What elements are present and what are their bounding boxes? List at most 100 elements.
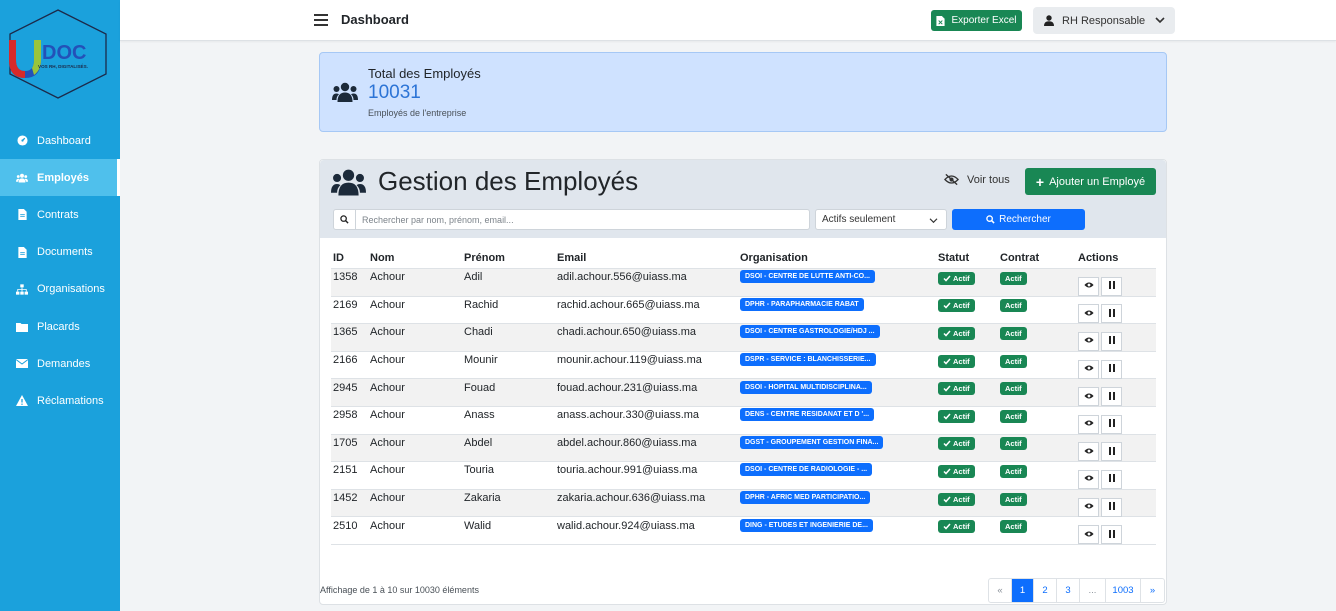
check-icon [943, 523, 951, 530]
organisation-badge: DPHR - AFRIC MED PARTICIPATIO... [740, 491, 871, 505]
user-menu[interactable]: RH Responsable [1033, 7, 1175, 34]
sidebar-item-dashboard[interactable]: Dashboard [0, 122, 120, 159]
col-header-organisation[interactable]: Organisation [740, 252, 938, 264]
table-row: 1365 Achour Chadi chadi.achour.650@uiass.ma… [331, 324, 1156, 352]
view-button[interactable] [1078, 359, 1099, 379]
menu-toggle-icon[interactable] [314, 14, 328, 26]
logo: DOC VOS RH, DIGITALISÉS. [6, 8, 110, 100]
cell-email: touria.achour.991@uiass.ma [557, 464, 698, 477]
cell-statut: Actif [938, 382, 1000, 396]
cell-actions [1078, 331, 1156, 351]
col-header-contrat[interactable]: Contrat [1000, 252, 1078, 264]
topbar: Dashboard Exporter Excel RH Responsable [120, 0, 1336, 41]
chevron-down-icon [1155, 17, 1165, 24]
page-2[interactable]: 2 [1034, 579, 1057, 602]
status-badge-label: Actif [953, 466, 970, 476]
user-icon [1044, 15, 1054, 26]
sidebar-item-contrats[interactable]: Contrats [0, 196, 120, 233]
add-employee-button[interactable]: + Ajouter un Employé [1025, 168, 1156, 195]
suspend-button[interactable] [1101, 387, 1122, 407]
eye-icon [1083, 501, 1094, 513]
suspend-button[interactable] [1101, 359, 1122, 379]
cell-contrat: Actif [1000, 326, 1078, 340]
cell-prenom: Adil [464, 271, 483, 284]
export-excel-button[interactable]: Exporter Excel [931, 10, 1022, 31]
status-badge: Actif [938, 464, 975, 478]
sidebar-item-placards[interactable]: Placards [0, 308, 120, 345]
view-button[interactable] [1078, 304, 1099, 324]
cell-statut: Actif [938, 299, 1000, 313]
sidebar: DOC VOS RH, DIGITALISÉS. Dashboard Emplo… [0, 0, 120, 611]
cell-id: 1705 [333, 436, 358, 449]
sidebar-item-organisations[interactable]: Organisations [0, 271, 120, 308]
suspend-button[interactable] [1101, 276, 1122, 296]
sidebar-item-label: Employés [37, 171, 89, 184]
view-button[interactable] [1078, 276, 1099, 296]
cell-prenom: Walid [464, 519, 492, 532]
employees-card: Gestion des Employés Voir tous + Ajouter… [319, 159, 1167, 605]
page-last[interactable]: 1003 [1106, 579, 1141, 602]
view-button[interactable] [1078, 497, 1099, 517]
page-3[interactable]: 3 [1057, 579, 1080, 602]
suspend-button[interactable] [1101, 331, 1122, 351]
status-badge-label: Actif [953, 411, 970, 421]
pagination-info: Affichage de 1 à 10 sur 10030 éléments [320, 585, 479, 595]
suspend-button[interactable] [1101, 497, 1122, 517]
users-icon [331, 169, 366, 196]
status-filter-select[interactable]: Actifs seulement [815, 209, 947, 230]
suspend-button[interactable] [1101, 414, 1122, 434]
organisation-badge: DGST - GROUPEMENT GESTION FINA... [740, 435, 884, 449]
search-input[interactable] [356, 211, 806, 228]
sidebar-item-documents[interactable]: Documents [0, 234, 120, 271]
cell-id: 1358 [333, 271, 358, 284]
sidebar-item-label: Demandes [37, 357, 91, 370]
col-header-nom[interactable]: Nom [370, 252, 464, 264]
cell-email: rachid.achour.665@uiass.ma [557, 298, 700, 311]
col-header-id[interactable]: ID [331, 252, 370, 264]
cell-organisation: DSOI - CENTRE DE RADIOLOGIE - ... [740, 463, 938, 479]
contract-badge: Actif [1000, 354, 1027, 368]
suspend-button[interactable] [1101, 304, 1122, 324]
view-button[interactable] [1078, 331, 1099, 351]
col-header-prenom[interactable]: Prénom [464, 252, 557, 264]
sidebar-item-label: Documents [37, 246, 93, 259]
check-icon [943, 385, 951, 392]
sidebar-item-demandes[interactable]: Demandes [0, 345, 120, 382]
col-header-email[interactable]: Email [557, 252, 740, 264]
cell-organisation: DING - ETUDES ET INGENIERIE DE... [740, 518, 938, 535]
search-icon [986, 215, 995, 224]
warning-icon [16, 395, 28, 407]
organisation-badge: DSOI - CENTRE DE RADIOLOGIE - ... [740, 463, 873, 477]
cell-statut: Actif [938, 354, 1000, 368]
voir-tous-button[interactable]: Voir tous [944, 173, 1010, 186]
sidebar-item-employes[interactable]: Employés [0, 159, 120, 197]
cell-nom: Achour [370, 464, 405, 477]
add-employee-label: Ajouter un Employé [1049, 175, 1146, 188]
col-header-statut[interactable]: Statut [938, 252, 1000, 264]
view-button[interactable] [1078, 525, 1099, 545]
view-button[interactable] [1078, 469, 1099, 489]
eye-icon [1083, 446, 1094, 458]
search-group [333, 209, 810, 230]
page-1[interactable]: 1 [1012, 579, 1034, 602]
cell-actions [1078, 442, 1156, 462]
organisation-badge: DSPR - SERVICE : BLANCHISSERIE... [740, 353, 876, 367]
pause-icon [1108, 418, 1115, 430]
cell-nom: Achour [370, 492, 405, 505]
suspend-button[interactable] [1101, 469, 1122, 489]
total-subtitle: Employés de l'entreprise [368, 108, 467, 118]
cell-actions [1078, 469, 1156, 489]
view-button[interactable] [1078, 442, 1099, 462]
page-prev[interactable]: « [989, 579, 1012, 602]
check-icon [943, 440, 951, 447]
view-button[interactable] [1078, 387, 1099, 407]
suspend-button[interactable] [1101, 525, 1122, 545]
sidebar-item-reclamations[interactable]: Réclamations [0, 382, 120, 419]
view-button[interactable] [1078, 414, 1099, 434]
search-button[interactable]: Rechercher [952, 209, 1085, 230]
table-row: 1358 Achour Adil adil.achour.556@uiass.ma DS… [331, 269, 1156, 297]
suspend-button[interactable] [1101, 442, 1122, 462]
contract-badge: Actif [1000, 382, 1027, 396]
page-next[interactable]: » [1141, 579, 1164, 602]
status-badge-label: Actif [953, 273, 970, 283]
